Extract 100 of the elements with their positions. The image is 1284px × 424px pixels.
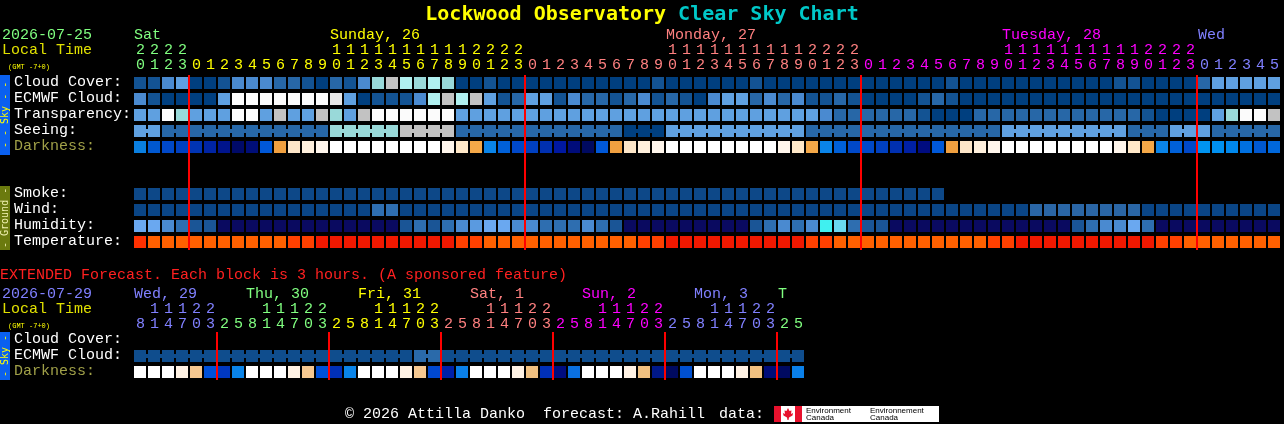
hour-label: 8 [248,317,258,332]
row-label: Cloud Cover: [14,332,123,348]
hour-label: 1 [1214,58,1224,73]
agency-name: Environment Canada [805,407,852,421]
hour-label: 13 [1046,43,1056,73]
hour-label: 5 [262,58,272,73]
hour-label: 20 [528,302,538,332]
hour-label: 19 [458,43,468,73]
hour-label: 17 [430,43,440,73]
hour-label: 22 [1172,43,1182,73]
hour-label: 12 [360,43,370,73]
hour-label: 5 [346,317,356,332]
hour-label: 1 [878,58,888,73]
hour-label: 2 [220,58,230,73]
hour-label: 17 [738,302,748,332]
hour-label: 14 [1060,43,1070,73]
hour-label: 2 [556,317,566,332]
hour-label: 4 [248,58,258,73]
hour-label: 18 [1116,43,1126,73]
row-label: Cloud Cover: [14,75,124,91]
hour-label: 5 [458,317,468,332]
hour-label: 3 [1242,58,1252,73]
hour-label: 22 [836,43,846,73]
row-label: Transparency: [14,107,132,123]
row-label: Humidity: [14,218,96,234]
hour-label: 5 [234,317,244,332]
hour-label: 5 [598,58,608,73]
hour-label: 8 [584,317,594,332]
hour-label: 20 [752,302,762,332]
hour-label: 23 [1186,43,1196,73]
hour-label: 6 [612,58,622,73]
hour-label: 5 [934,58,944,73]
day-label: Thu, 30 [246,287,309,302]
hour-label: 23 [206,302,216,332]
title-text: Lockwood Observatory [425,3,667,27]
data-label: data: [719,406,765,422]
hour-label: 6 [276,58,286,73]
hour-label: 11 [262,302,272,332]
hour-label: 18 [444,43,454,73]
hour-label: 2 [892,58,902,73]
row-label: Smoke: [14,186,69,202]
hour-label: 15 [402,43,412,73]
hour-label: 20 [640,302,650,332]
credit-text: forecast: A.Rahill [543,406,705,422]
hour-label: 15 [738,43,748,73]
hour-label: 8 [640,58,650,73]
hour-label: 21 [1158,43,1168,73]
hour-label: 11 [598,302,608,332]
hour-label: 7 [626,58,636,73]
hour-label: 18 [780,43,790,73]
hour-label: 0 [864,58,874,73]
row-label: Seeing: [14,123,78,139]
hour-label: 2 [668,317,678,332]
hour-label: 17 [178,302,188,332]
hour-label: 8 [136,317,146,332]
hour-label: 0 [1200,58,1210,73]
hour-label: 15 [1074,43,1084,73]
hour-label: 20 [472,43,482,73]
hour-label: 4 [584,58,594,73]
hour-label: 20 [1144,43,1154,73]
hour-label: 21 [150,43,160,73]
hour-label: 11 [486,302,496,332]
hour-label: 19 [1130,43,1140,73]
row-label: ECMWF Cloud: [14,348,123,364]
hour-label: 22 [164,43,174,73]
hour-label: 11 [682,43,692,73]
notice-text: EXTENDED Forecast. Each block is 3 hours. (A sponsored feature) [0,268,569,283]
hour-label: 14 [388,302,398,332]
hour-label: 5 [794,317,804,332]
hour-label: 21 [822,43,832,73]
hour-label: 5 [1270,58,1280,73]
hour-label: 8 [976,58,986,73]
hour-label: 3 [234,58,244,73]
day-label: Sun, 2 [582,287,636,302]
hour-label: 23 [430,302,440,332]
hour-label: 0 [528,58,538,73]
hour-label: 14 [164,302,174,332]
hour-label: 6 [948,58,958,73]
hour-label: 20 [304,302,314,332]
hour-label: 20 [416,302,426,332]
row-label: Temperature: [14,234,123,250]
hour-label: 2 [444,317,454,332]
hour-label: 2 [780,317,790,332]
day-label: Fri, 31 [358,287,421,302]
hour-label: 23 [514,43,524,73]
day-label: Wed, 29 [134,287,197,302]
hour-label: 16 [416,43,426,73]
hour-label: 11 [150,302,160,332]
hour-label: 17 [1102,43,1112,73]
date-text: 2026-07-29 [1,287,93,302]
hour-label: 10 [332,43,342,73]
hour-label: 2 [332,317,342,332]
hour-label: 17 [290,302,300,332]
hour-label: 16 [1088,43,1098,73]
hour-label: 9 [990,58,1000,73]
hour-label: 2 [220,317,230,332]
flag-icon [774,406,803,422]
hour-label: 14 [276,302,286,332]
hour-label: 7 [962,58,972,73]
hour-label: 11 [1018,43,1028,73]
